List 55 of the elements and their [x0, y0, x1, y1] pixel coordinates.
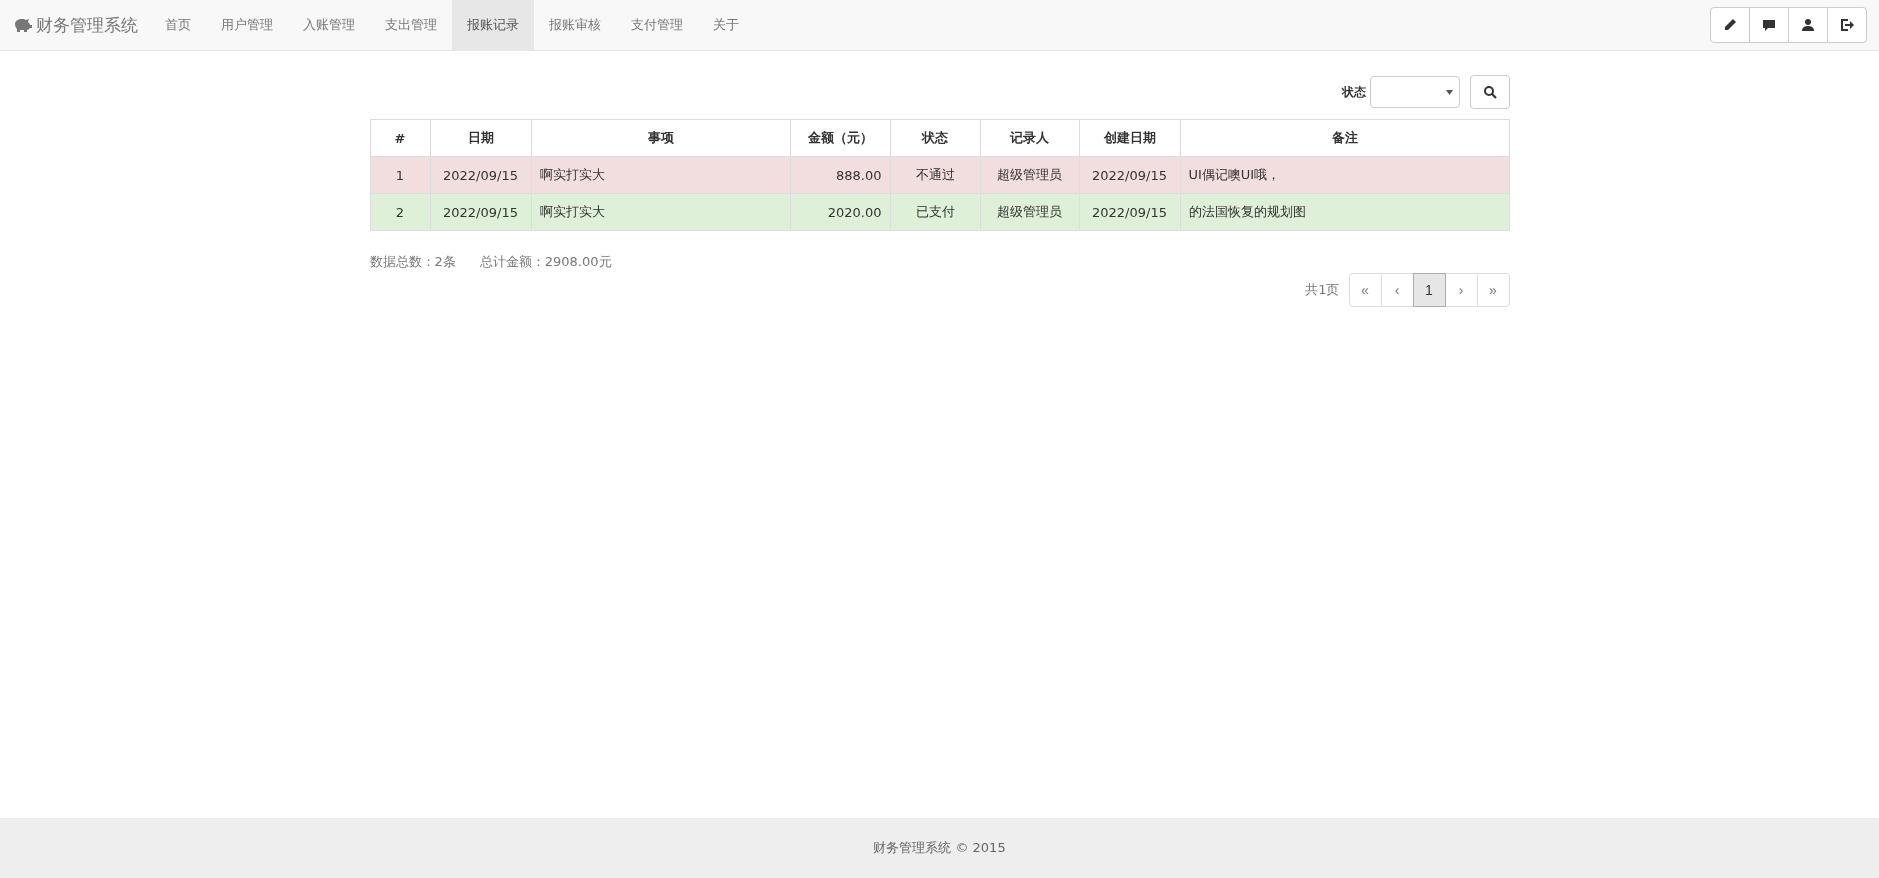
- column-header: 备注: [1180, 119, 1509, 157]
- app-title[interactable]: 财务管理系统: [36, 13, 138, 37]
- nav-link[interactable]: 关于: [698, 0, 754, 50]
- copyright-text: 财务管理系统 © 2015: [873, 839, 1006, 857]
- total-amount: 总计金额：2908.00元: [479, 253, 612, 271]
- table-cell: 不通过: [890, 156, 980, 194]
- nav-link[interactable]: 报账记录: [452, 0, 534, 50]
- column-header: 日期: [430, 119, 531, 157]
- table-cell: 啊实打实大: [531, 156, 790, 194]
- table-cell: 888.00: [790, 156, 890, 194]
- table-cell: 2022/09/15: [1079, 193, 1180, 231]
- table-cell: 已支付: [890, 193, 980, 231]
- piggy-bank-icon: [12, 17, 32, 33]
- table-cell: 2022/09/15: [430, 156, 531, 194]
- table-cell: 啊实打实大: [531, 193, 790, 231]
- column-header: 记录人: [980, 119, 1079, 157]
- table-cell: 超级管理员: [980, 193, 1079, 231]
- comment-icon-button[interactable]: [1749, 7, 1789, 43]
- search-button[interactable]: [1469, 75, 1510, 109]
- column-header: 金额（元）: [790, 119, 890, 157]
- caret-icon: [1445, 89, 1453, 95]
- nav-link[interactable]: 用户管理: [206, 0, 288, 50]
- nav-link[interactable]: 支付管理: [616, 0, 698, 50]
- table-cell: 超级管理员: [980, 156, 1079, 194]
- table-cell: 2022/09/15: [1079, 156, 1180, 194]
- page-button[interactable]: «: [1348, 273, 1382, 307]
- table-cell: 2022/09/15: [430, 193, 531, 231]
- logout-icon: [1840, 18, 1854, 32]
- table-cell: 1: [370, 156, 430, 194]
- page-button[interactable]: »: [1476, 273, 1510, 307]
- page-button[interactable]: ›: [1444, 273, 1478, 307]
- column-header: 状态: [890, 119, 980, 157]
- page-button[interactable]: 1: [1412, 273, 1446, 307]
- status-label: 状态: [1341, 83, 1366, 101]
- user-icon: [1801, 18, 1815, 32]
- nav-link[interactable]: 支出管理: [370, 0, 452, 50]
- table-cell: 2020.00: [790, 193, 890, 231]
- column-header: 事项: [531, 119, 790, 157]
- table-cell: 2: [370, 193, 430, 231]
- nav-link[interactable]: 首页: [150, 0, 206, 50]
- column-header: #: [370, 119, 430, 157]
- nav-link[interactable]: 入账管理: [288, 0, 370, 50]
- page-button[interactable]: ‹: [1380, 273, 1414, 307]
- table-cell: UI偶记噢UI哦，: [1180, 156, 1509, 194]
- column-header: 创建日期: [1079, 119, 1180, 157]
- table-cell: 的法国恢复的规划图: [1180, 193, 1509, 231]
- pencil-icon: [1723, 18, 1737, 32]
- edit-icon-button[interactable]: [1710, 7, 1750, 43]
- speech-bubble-icon: [1762, 18, 1776, 32]
- logout-icon-button[interactable]: [1827, 7, 1867, 43]
- record-count: 数据总数：2条: [369, 253, 456, 271]
- page-count: 共1页: [1305, 281, 1340, 299]
- nav-link[interactable]: 报账审核: [534, 0, 616, 50]
- search-icon: [1482, 85, 1497, 99]
- user-icon-button[interactable]: [1788, 7, 1828, 43]
